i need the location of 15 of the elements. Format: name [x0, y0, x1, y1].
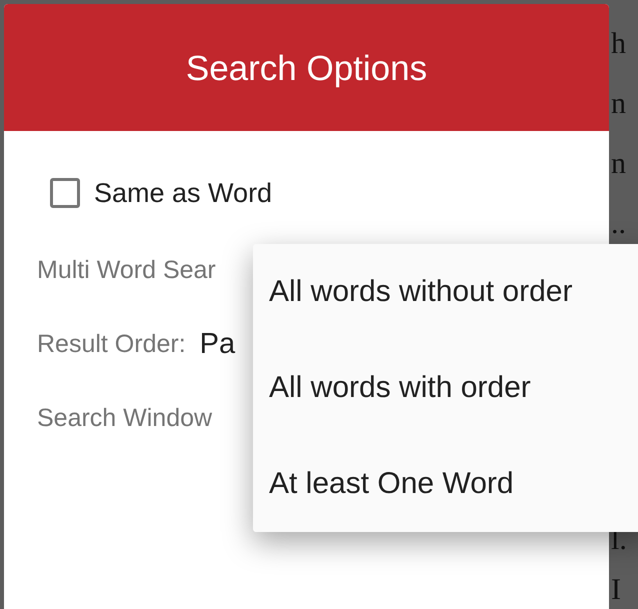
- background-text: h: [611, 26, 627, 62]
- background-text: I: [611, 573, 622, 607]
- checkbox-label: Same as Word: [94, 178, 272, 208]
- dialog-title: Search Options: [186, 48, 428, 88]
- field-label: Search Window: [37, 404, 212, 432]
- background-text: ..: [611, 206, 627, 242]
- background-text: n: [611, 146, 627, 182]
- menu-item[interactable]: At least One Word: [253, 436, 638, 532]
- field-value[interactable]: Pa: [200, 328, 236, 360]
- field-label: Multi Word Sear: [37, 256, 216, 284]
- menu-item[interactable]: All words without order: [253, 244, 638, 340]
- background-text: n: [611, 86, 627, 122]
- field-label: Result Order:: [37, 330, 186, 358]
- menu-item[interactable]: All words with order: [253, 340, 638, 436]
- checkbox[interactable]: [50, 178, 80, 208]
